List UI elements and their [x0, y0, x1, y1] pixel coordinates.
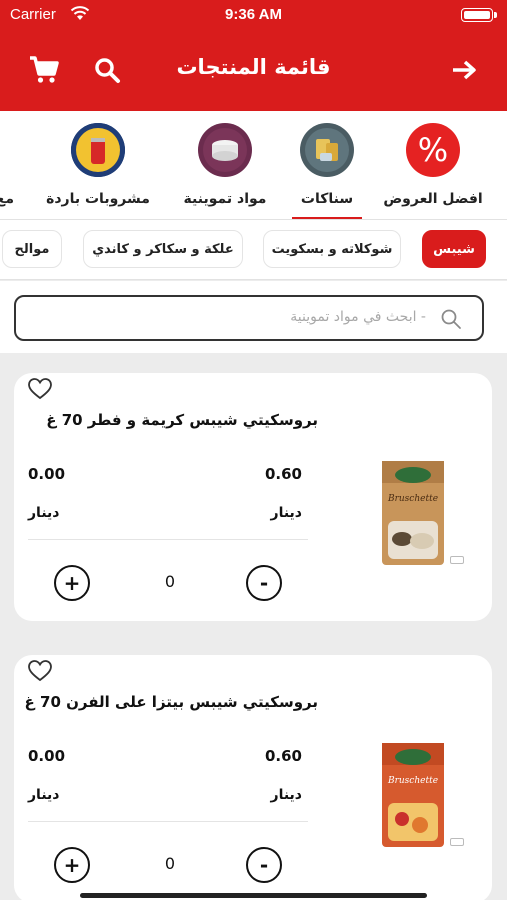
product-name: بروسكيتي شيبس كريمة و فطر 70 غ — [46, 411, 318, 429]
minus-icon: - — [259, 853, 269, 877]
unit-price: 0.60 — [264, 465, 302, 483]
category-label: مواد تموينية — [183, 191, 267, 207]
plus-icon: + — [63, 853, 81, 877]
category-cold-drinks[interactable]: مشروبات باردة — [43, 123, 153, 219]
cart-button[interactable] — [26, 52, 62, 88]
product-card[interactable]: بروسكيتي شيبس بيتزا على الفرن 70 غ Brusc… — [14, 655, 492, 900]
snacks-icon — [300, 123, 354, 177]
product-image: Bruschette — [382, 461, 444, 565]
veg-badge-icon — [450, 838, 464, 846]
svg-text:%: % — [418, 131, 448, 169]
category-partial[interactable]: مع — [0, 123, 14, 219]
total-price-currency: دينار — [28, 505, 60, 521]
increase-qty-button[interactable]: + — [54, 847, 90, 883]
product-image: Bruschette — [382, 743, 444, 847]
quantity-value: 0 — [164, 572, 176, 591]
category-snacks[interactable]: سناكات — [272, 123, 382, 219]
search-icon — [95, 58, 120, 83]
back-button[interactable] — [447, 52, 483, 88]
minus-icon: - — [259, 571, 269, 595]
app-header: Carrier 9:36 AM قائمة المنتجات — [0, 0, 507, 111]
product-image-label: Bruschette — [387, 776, 438, 786]
status-bar: Carrier 9:36 AM — [0, 0, 507, 30]
groceries-icon — [198, 123, 252, 177]
chip-savory[interactable]: موالح — [2, 230, 62, 268]
chip-chocolate-biscuits[interactable]: شوكلاته و بسكويت — [263, 230, 401, 268]
category-label: سناكات — [300, 191, 354, 207]
percent-icon: % — [406, 123, 460, 177]
decrease-qty-button[interactable]: - — [246, 565, 282, 601]
unit-price-currency: دينار — [270, 787, 302, 803]
chip-chips[interactable]: شيبس — [422, 230, 486, 268]
divider — [28, 821, 308, 822]
search-section: ابحث في مواد تموينية - — [0, 281, 507, 353]
plus-icon: + — [63, 571, 81, 595]
product-name: بروسكيتي شيبس بيتزا على الفرن 70 غ — [24, 693, 318, 711]
category-label: مع — [0, 191, 14, 207]
status-time: 9:36 AM — [225, 6, 282, 23]
category-groceries[interactable]: مواد تموينية — [170, 123, 280, 219]
category-label: افضل العروض — [383, 191, 483, 207]
total-price-currency: دينار — [28, 787, 60, 803]
divider — [28, 539, 308, 540]
chip-gum-candy[interactable]: علكة و سكاكر و كاندي — [83, 230, 243, 268]
subcategory-chips: شيبس شوكلاته و بسكويت علكة و سكاكر و كان… — [0, 220, 507, 280]
page-title: قائمة المنتجات — [176, 55, 331, 79]
active-tab-indicator — [292, 217, 362, 219]
category-label: مشروبات باردة — [46, 191, 150, 207]
home-indicator — [80, 893, 427, 898]
category-best-offers[interactable]: % افضل العروض — [378, 123, 488, 219]
cold-drinks-icon — [71, 123, 125, 177]
quantity-value: 0 — [164, 854, 176, 873]
total-price: 0.00 — [28, 465, 66, 483]
battery-icon — [461, 8, 497, 22]
arrow-right-icon — [453, 60, 476, 80]
increase-qty-button[interactable]: + — [54, 565, 90, 601]
unit-price: 0.60 — [264, 747, 302, 765]
heart-icon[interactable] — [27, 659, 53, 683]
veg-badge-icon — [450, 556, 464, 564]
cart-icon — [30, 56, 59, 83]
heart-icon[interactable] — [27, 377, 53, 401]
product-image-label: Bruschette — [387, 494, 438, 504]
total-price: 0.00 — [28, 747, 66, 765]
unit-price-currency: دينار — [270, 505, 302, 521]
category-strip: % افضل العروض سناكات مواد تموينية مشروبا… — [0, 111, 507, 220]
decrease-qty-button[interactable]: - — [246, 847, 282, 883]
search-input[interactable]: ابحث في مواد تموينية - — [14, 295, 484, 341]
search-icon — [441, 309, 461, 329]
search-placeholder: ابحث في مواد تموينية - — [290, 309, 426, 325]
product-card[interactable]: بروسكيتي شيبس كريمة و فطر 70 غ Bruschett… — [14, 373, 492, 621]
header-search-button[interactable] — [89, 52, 125, 88]
